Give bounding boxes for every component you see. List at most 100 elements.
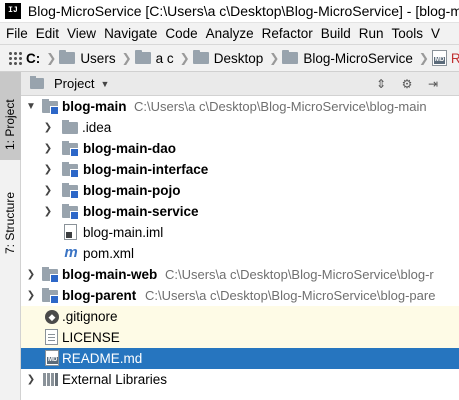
breadcrumb-project[interactable]: Blog-MicroService ❯ (282, 50, 429, 66)
tab-structure-label: 7: Structure (3, 191, 17, 254)
module-folder-icon (42, 267, 59, 283)
folder-icon (282, 50, 299, 64)
hide-panel-icon[interactable]: ⇥ (426, 77, 440, 91)
menu-analyze[interactable]: Analyze (202, 26, 258, 41)
menu-run[interactable]: Run (355, 26, 388, 41)
breadcrumb-users-label: Users (80, 50, 116, 66)
title-bar: IJ Blog-MicroService [C:\Users\a c\Deskt… (0, 0, 459, 23)
library-icon (42, 373, 58, 387)
tree-item-label: pom.xml (83, 246, 135, 261)
tree-item-idea[interactable]: ❯ .idea (21, 117, 459, 138)
breadcrumb-desktop[interactable]: Desktop ❯ (192, 50, 280, 66)
chevron-right-icon: ❯ (46, 51, 57, 65)
project-panel: Project ▼ ⇕ ⚙ ⇥ ▼ blog-main C:\Users\a c… (21, 72, 459, 400)
module-folder-icon (62, 183, 79, 199)
folder-icon (62, 120, 78, 134)
breadcrumb-project-label: Blog-MicroService (303, 50, 413, 66)
tree-item-path: C:\Users\a c\Desktop\Blog-MicroService\b… (145, 288, 436, 303)
tab-project[interactable]: 1: Project (0, 72, 21, 160)
tree-item-blog-parent[interactable]: ❯ blog-parent C:\Users\a c\Desktop\Blog-… (21, 285, 459, 306)
git-icon: ◆ (45, 310, 59, 324)
intellij-logo-icon: IJ (5, 3, 21, 19)
collapsed-arrow-icon[interactable]: ❯ (43, 206, 53, 217)
tree-item-blog-main-pojo[interactable]: ❯ blog-main-pojo (21, 180, 459, 201)
tree-item-blog-main-web[interactable]: ❯ blog-main-web C:\Users\a c\Desktop\Blo… (21, 264, 459, 285)
collapsed-arrow-icon[interactable]: ❯ (43, 164, 53, 175)
tree-item-license[interactable]: LICENSE (21, 327, 459, 348)
menu-code[interactable]: Code (161, 26, 201, 41)
breadcrumb: C: ❯ Users ❯ a c ❯ Desktop ❯ Blog-MicroS… (0, 44, 459, 72)
tab-structure[interactable]: 7: Structure (0, 164, 21, 256)
collapsed-arrow-icon[interactable]: ❯ (26, 290, 36, 301)
tree-item-label: README.md (62, 351, 143, 366)
tree-item-readme[interactable]: README.md (21, 348, 459, 369)
collapsed-arrow-icon[interactable]: ❯ (26, 374, 36, 385)
menu-tools[interactable]: Tools (388, 26, 428, 41)
project-panel-header: Project ▼ ⇕ ⚙ ⇥ (21, 72, 459, 96)
chevron-right-icon: ❯ (418, 51, 429, 65)
tree-item-label: blog-main-web (62, 267, 158, 282)
tool-window-strip: 1: Project 7: Structure (0, 72, 21, 400)
text-file-icon (45, 329, 58, 345)
drive-icon (8, 51, 22, 65)
menu-build[interactable]: Build (317, 26, 355, 41)
folder-icon (134, 50, 151, 64)
gear-icon[interactable]: ⚙ (400, 77, 414, 91)
tree-item-path: C:\Users\a c\Desktop\Blog-MicroService\b… (165, 267, 434, 282)
tree-item-label: blog-main (62, 99, 127, 114)
chevron-right-icon: ❯ (121, 51, 132, 65)
tree-item-pom-xml[interactable]: m pom.xml (21, 243, 459, 264)
breadcrumb-drive[interactable]: C: ❯ (8, 51, 56, 66)
tree-item-label: .idea (82, 120, 112, 135)
menu-refactor[interactable]: Refactor (258, 26, 317, 41)
module-folder-icon (62, 162, 79, 178)
tree-item-blog-main-interface[interactable]: ❯ blog-main-interface (21, 159, 459, 180)
expanded-arrow-icon[interactable]: ▼ (26, 101, 36, 112)
breadcrumb-user-label: a c (155, 50, 174, 66)
folder-icon (30, 76, 44, 89)
collapsed-arrow-icon[interactable]: ❯ (43, 185, 53, 196)
folder-icon (59, 50, 76, 64)
chevron-down-icon[interactable]: ▼ (100, 79, 109, 89)
collapsed-arrow-icon[interactable]: ❯ (43, 122, 53, 133)
tree-item-label: blog-main-pojo (83, 183, 181, 198)
menu-navigate[interactable]: Navigate (100, 26, 161, 41)
menu-view[interactable]: View (63, 26, 100, 41)
tree-item-label: blog-main-interface (83, 162, 209, 177)
module-folder-icon (62, 141, 79, 157)
breadcrumb-file[interactable]: READM (431, 50, 459, 66)
menu-bar: File Edit View Navigate Code Analyze Ref… (0, 23, 459, 44)
tree-item-label: LICENSE (62, 330, 120, 345)
tree-item-blog-main-dao[interactable]: ❯ blog-main-dao (21, 138, 459, 159)
window-title: Blog-MicroService [C:\Users\a c\Desktop\… (27, 3, 459, 19)
menu-vcs[interactable]: V (427, 26, 444, 41)
tree-item-external-libraries[interactable]: ❯ External Libraries (21, 369, 459, 390)
module-folder-icon (42, 99, 59, 115)
tree-item-label: blog-main-service (83, 204, 199, 219)
iml-file-icon (64, 224, 77, 240)
tree-item-label: .gitignore (62, 309, 118, 324)
collapse-all-icon[interactable]: ⇕ (374, 77, 388, 91)
menu-edit[interactable]: Edit (32, 26, 63, 41)
breadcrumb-file-label: READM (451, 51, 459, 66)
chevron-right-icon: ❯ (269, 51, 280, 65)
breadcrumb-users[interactable]: Users ❯ (59, 50, 132, 66)
tree-item-blog-main-iml[interactable]: blog-main.iml (21, 222, 459, 243)
collapsed-arrow-icon[interactable]: ❯ (43, 143, 53, 154)
module-folder-icon (62, 204, 79, 220)
tree-item-label: blog-parent (62, 288, 137, 303)
tree-item-label: blog-main.iml (83, 225, 164, 240)
tree-item-blog-main[interactable]: ▼ blog-main C:\Users\a c\Desktop\Blog-Mi… (21, 96, 459, 117)
collapsed-arrow-icon[interactable]: ❯ (26, 269, 36, 280)
breadcrumb-user[interactable]: a c ❯ (134, 50, 190, 66)
project-view-selector[interactable]: Project (54, 76, 94, 91)
module-folder-icon (42, 288, 59, 304)
maven-icon: m (64, 244, 78, 261)
markdown-file-icon (431, 50, 447, 66)
breadcrumb-desktop-label: Desktop (213, 50, 264, 66)
folder-icon (192, 50, 209, 64)
tree-item-blog-main-service[interactable]: ❯ blog-main-service (21, 201, 459, 222)
tree-item-label: blog-main-dao (83, 141, 176, 156)
tree-item-gitignore[interactable]: ◆ .gitignore (21, 306, 459, 327)
menu-file[interactable]: File (2, 26, 32, 41)
